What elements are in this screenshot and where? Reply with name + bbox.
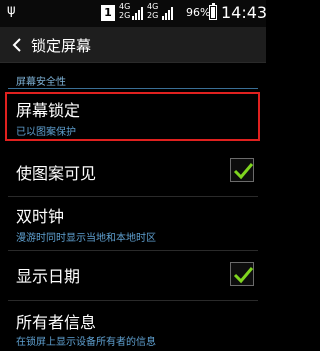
chevron-left-icon[interactable] (9, 35, 27, 55)
section-header: 屏幕安全性 (16, 77, 66, 88)
battery-percent: 96% (186, 6, 211, 19)
usb-icon: ψ (7, 3, 16, 18)
network-type-2: 4G 2G (147, 2, 158, 20)
battery-icon (209, 3, 217, 20)
check-icon (233, 163, 254, 180)
setting-show-date[interactable]: 显示日期 (0, 251, 266, 301)
signal-icon-2 (162, 6, 173, 20)
check-icon (233, 267, 254, 284)
network-type-1-bottom: 2G (119, 11, 131, 20)
setting-subtitle: 在锁屏上显示设备所有者的信息 (16, 337, 156, 348)
setting-owner-info[interactable]: 所有者信息 在锁屏上显示设备所有者的信息 (0, 301, 266, 351)
notification-badge: 1 (101, 5, 115, 21)
pattern-visible-checkbox[interactable] (230, 158, 254, 182)
setting-title: 使图案可见 (16, 164, 97, 183)
setting-title: 显示日期 (16, 267, 81, 286)
action-bar: 锁定屏幕 (0, 27, 266, 63)
clock: 14:43 (221, 3, 268, 22)
setting-title: 双时钟 (16, 207, 65, 226)
status-bar: ψ 1 4G 2G 4G 2G 96% 14:43 (0, 0, 268, 27)
network-type-2-bottom: 2G (147, 11, 159, 20)
signal-icon-1 (132, 6, 143, 20)
setting-make-pattern-visible[interactable]: 使图案可见 (0, 145, 266, 195)
page-title: 锁定屏幕 (31, 37, 92, 55)
network-type-1-top: 4G (119, 2, 131, 11)
section-divider (8, 88, 258, 89)
show-date-checkbox[interactable] (230, 262, 254, 286)
network-type-2-top: 4G (147, 2, 159, 11)
network-type-1: 4G 2G (119, 2, 130, 20)
setting-subtitle: 漫游时同时显示当地和本地时区 (16, 233, 156, 244)
setting-dual-clock[interactable]: 双时钟 漫游时同时显示当地和本地时区 (0, 197, 266, 247)
setting-title: 所有者信息 (16, 313, 97, 332)
highlight-box (5, 92, 260, 141)
